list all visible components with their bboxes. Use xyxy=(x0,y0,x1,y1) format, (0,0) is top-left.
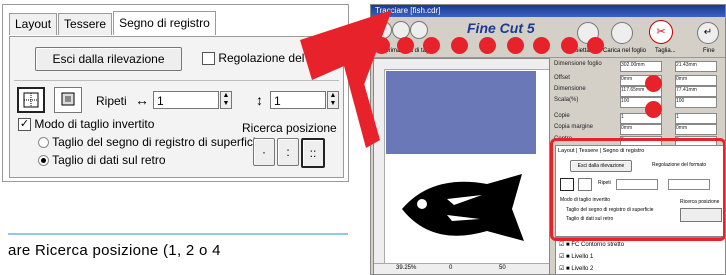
row-sheet-size: Dimensione foglio 302.00mm 21.43mm xyxy=(550,61,725,72)
grid-icon xyxy=(23,92,39,108)
highlight-dot xyxy=(645,75,662,92)
toolbar-label-cut: Taglia... xyxy=(655,48,676,54)
radio-surface-label: Taglio del segno di registro di superfic… xyxy=(52,135,263,149)
radio-back-label: Taglio di dati sul retro xyxy=(52,153,166,167)
section-rule xyxy=(8,233,348,235)
highlight-box xyxy=(550,138,725,241)
inverted-mode-checkbox[interactable]: ✓ xyxy=(18,118,31,132)
repeat-horizontal-spinner[interactable]: ▲ ▼ xyxy=(220,91,232,109)
row-copies: Copie 1 1 xyxy=(550,113,725,124)
search-2-button[interactable]: : xyxy=(277,138,299,166)
toolbar: Fine Cut 5 ✂ ↵ Anteprima Scala di taglio… xyxy=(371,17,725,58)
search-1-button[interactable]: · xyxy=(253,138,275,166)
repeat-label: Ripeti xyxy=(96,94,127,108)
layer-item[interactable]: ☑ ■ Livello 2 xyxy=(559,265,593,272)
ruler-mark-0: 0 xyxy=(449,265,453,271)
tab-content: Esci dalla rilevazione Regolazione del f… xyxy=(9,36,348,178)
cut-button[interactable]: ✂ xyxy=(649,20,673,44)
highlight-dot xyxy=(507,37,524,54)
app-window: Tracciare [fish.cdr] Fine Cut 5 ✂ ↵ Ante… xyxy=(370,4,726,275)
tab-tessere[interactable]: Tessere xyxy=(58,13,113,35)
tab-layout[interactable]: Layout xyxy=(9,13,58,35)
vertical-arrow-icon: ↕ xyxy=(256,92,263,108)
ruler-mark-50: 50 xyxy=(499,265,506,271)
layer-item[interactable]: ☑ ■ Livello 1 xyxy=(559,253,593,260)
row-scale: Scala(%) 100 100 xyxy=(550,97,725,108)
radio-back-option[interactable]: Taglio di dati sul retro xyxy=(38,153,166,167)
highlight-dot xyxy=(561,37,578,54)
media-area xyxy=(386,71,536,154)
app-logo: Fine Cut 5 xyxy=(467,20,535,36)
highlight-dot xyxy=(423,37,440,54)
layer-list: ☑ ■ FC Contorno stretto ☑ ■ Livello 1 ☑ … xyxy=(555,237,725,274)
top-ruler xyxy=(374,59,549,70)
inverted-mode-label: Modo di taglio invertito xyxy=(34,117,155,131)
highlight-dot xyxy=(451,37,468,54)
highlight-dot xyxy=(587,37,604,54)
layout-single-button[interactable] xyxy=(54,87,82,113)
toolbar-label-load: Carica nel foglio xyxy=(603,48,647,54)
finish-button[interactable]: ↵ xyxy=(697,22,719,44)
exit-detection-button[interactable]: Esci dalla rilevazione xyxy=(35,47,182,71)
inverted-mode-option[interactable]: ✓ Modo di taglio invertito xyxy=(18,117,155,132)
layer-item[interactable]: ☑ ■ FC Contorno stretto xyxy=(559,241,624,248)
row-dimension: Dimensione 117.65mm 77.41mm xyxy=(550,86,725,97)
caption-text: are Ricerca posizione (1, 2 o 4 xyxy=(8,242,221,259)
fish-artwork xyxy=(402,174,524,241)
highlight-dot xyxy=(533,37,550,54)
row-offset: Offset 0mm 0mm xyxy=(550,75,725,86)
tab-strip: Layout Tessere Segno di registro xyxy=(9,11,217,35)
radio-back[interactable] xyxy=(38,155,49,167)
zoom-icon[interactable] xyxy=(410,21,428,39)
window-title: Tracciare [fish.cdr] xyxy=(371,5,725,17)
copy-icon xyxy=(61,92,75,106)
highlight-dot xyxy=(479,37,496,54)
divider xyxy=(14,80,339,81)
status-bar: 39.25% 0 50 xyxy=(374,263,549,274)
radio-surface-option[interactable]: Taglio del segno di registro di superfic… xyxy=(38,135,262,149)
horizontal-arrow-icon: ↔ xyxy=(135,92,149,108)
tab-registration-mark[interactable]: Segno di registro xyxy=(113,11,216,35)
zoom-level[interactable]: 39.25% xyxy=(396,265,416,271)
load-sheet-button[interactable] xyxy=(611,22,633,44)
pointer-arrow xyxy=(300,10,392,148)
registration-panel-zoom: Layout Tessere Segno di registro Esci da… xyxy=(2,4,349,182)
format-adjust-checkbox[interactable] xyxy=(202,52,215,66)
radio-surface[interactable] xyxy=(38,137,49,149)
layout-grid-button[interactable] xyxy=(17,87,45,113)
repeat-horizontal-input[interactable]: 1 xyxy=(153,91,219,109)
toolbar-label-finish: Fine xyxy=(703,48,715,54)
highlight-dot xyxy=(645,101,662,118)
row-copy-margin: Copia margine 0mm 0mm xyxy=(550,124,725,135)
